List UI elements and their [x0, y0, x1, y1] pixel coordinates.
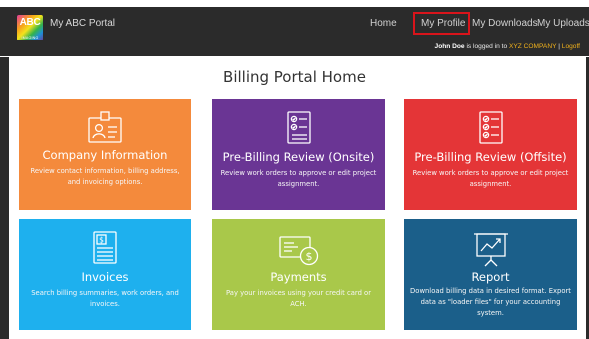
- portal-title[interactable]: My ABC Portal: [50, 18, 115, 29]
- svg-text:$: $: [99, 235, 104, 244]
- page: ABC IMAGING My ABC Portal Home My Profil…: [0, 0, 589, 339]
- tile-description: Review contact information, billing addr…: [30, 167, 180, 186]
- svg-text:$: $: [305, 250, 312, 263]
- logoff-link[interactable]: Logoff: [562, 43, 580, 50]
- tile-title: Report: [471, 270, 510, 284]
- logged-in-text: is logged in to: [466, 43, 508, 50]
- left-border: [0, 57, 9, 339]
- tile-title: Pre-Billing Review (Offsite): [414, 150, 567, 164]
- company-link[interactable]: XYZ COMPANY: [509, 43, 556, 50]
- separator: |: [558, 43, 560, 50]
- tile-company-information[interactable]: Company Information Review contact infor…: [19, 99, 191, 210]
- user-status-bar: John Doe is logged in to XYZ COMPANY | L…: [0, 40, 589, 56]
- tile-description: Download billing data in desired format.…: [410, 287, 571, 317]
- checklist-icon: [478, 111, 503, 148]
- presentation-chart-icon: [473, 231, 509, 271]
- nav-my-uploads-link[interactable]: My Uploads: [537, 18, 589, 29]
- tile-title: Invoices: [81, 270, 129, 284]
- tile-invoices[interactable]: $ Invoices Search billing summaries, wor…: [19, 219, 191, 330]
- login-status: John Doe is logged in to XYZ COMPANY | L…: [435, 43, 580, 50]
- nav-my-downloads-link[interactable]: My Downloads: [472, 18, 538, 29]
- tile-pre-billing-onsite[interactable]: Pre-Billing Review (Onsite) Review work …: [212, 99, 385, 210]
- tile-description: Review work orders to approve or edit pr…: [220, 169, 377, 188]
- tile-description: Review work orders to approve or edit pr…: [412, 169, 569, 188]
- tile-title: Pre-Billing Review (Onsite): [222, 150, 375, 164]
- tile-description: Search billing summaries, work orders, a…: [31, 289, 179, 308]
- page-title: Billing Portal Home: [223, 68, 366, 86]
- tile-title: Company Information: [42, 148, 168, 162]
- card-payment-icon: $: [278, 234, 319, 270]
- tile-pre-billing-offsite[interactable]: Pre-Billing Review (Offsite) Review work…: [404, 99, 577, 210]
- tile-title: Payments: [270, 270, 327, 284]
- checklist-icon: [286, 111, 311, 148]
- nav-my-profile-link[interactable]: My Profile: [421, 18, 465, 29]
- user-name: John Doe: [434, 43, 465, 50]
- tile-report[interactable]: Report Download billing data in desired …: [404, 219, 577, 330]
- tile-description: Pay your invoices using your credit card…: [225, 289, 372, 308]
- abc-imaging-logo[interactable]: ABC IMAGING: [17, 15, 43, 41]
- tile-payments[interactable]: $ Payments Pay your invoices using your …: [212, 219, 385, 330]
- logo-text: ABC: [19, 17, 41, 28]
- invoice-icon: $: [93, 231, 117, 268]
- nav-home-link[interactable]: Home: [370, 18, 397, 29]
- id-badge-icon: [88, 111, 122, 147]
